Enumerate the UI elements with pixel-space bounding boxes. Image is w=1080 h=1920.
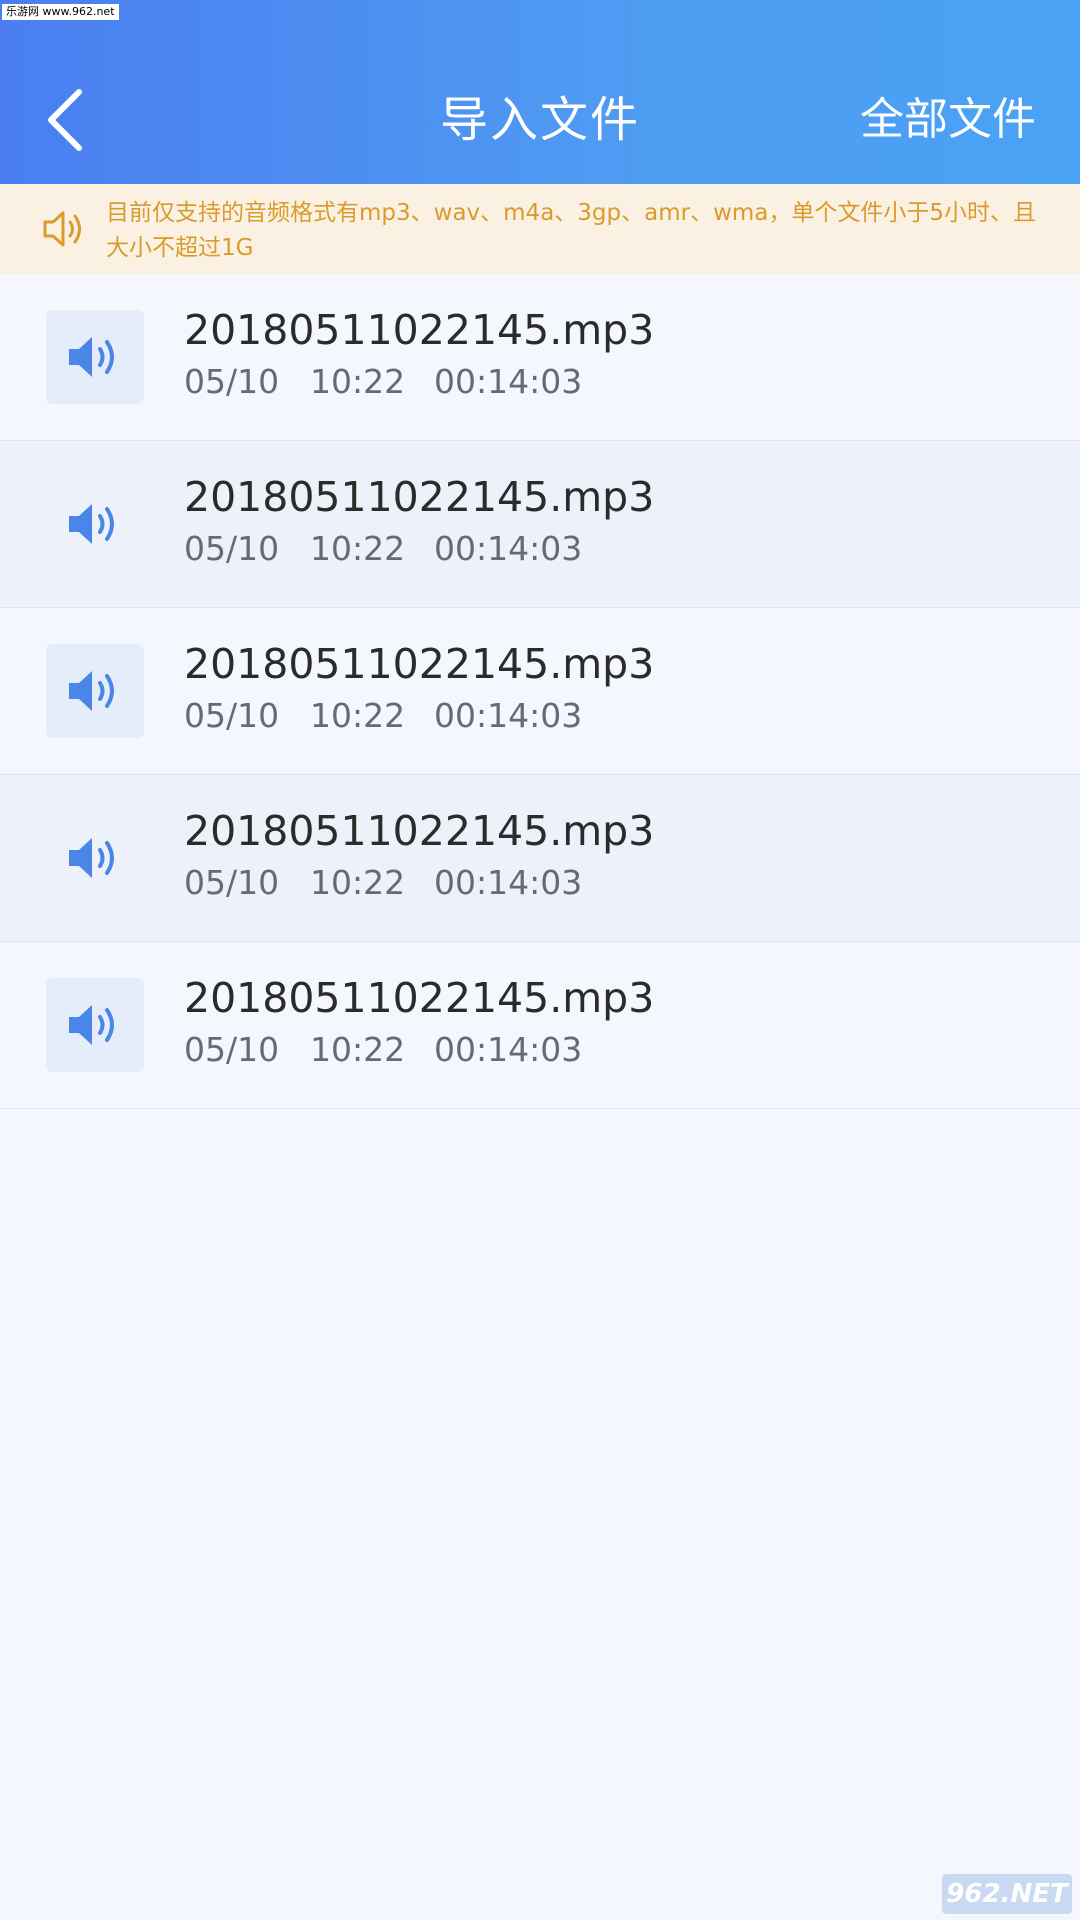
all-files-button[interactable]: 全部文件 [860, 88, 1036, 152]
watermark-logo-bottom: 962.NET [942, 1874, 1072, 1914]
file-duration: 00:14:03 [434, 362, 583, 401]
file-item[interactable]: 20180511022145.mp3 05/10 10:22 00:14:03 [0, 608, 1080, 775]
file-date: 05/10 [184, 863, 280, 902]
audio-file-icon-box [46, 811, 144, 905]
speaker-filled-icon [69, 1005, 114, 1045]
file-meta: 05/10 10:22 00:14:03 [184, 527, 582, 571]
file-duration: 00:14:03 [434, 863, 583, 902]
file-duration: 00:14:03 [434, 1030, 583, 1069]
file-name: 20180511022145.mp3 [184, 306, 655, 354]
file-item[interactable]: 20180511022145.mp3 05/10 10:22 00:14:03 [0, 441, 1080, 608]
file-name: 20180511022145.mp3 [184, 473, 655, 521]
speaker-filled-icon [69, 337, 114, 377]
app-header: 导入文件 全部文件 [0, 0, 1080, 184]
speaker-filled-icon [69, 504, 114, 544]
file-list: 20180511022145.mp3 05/10 10:22 00:14:03 20… [0, 274, 1080, 1109]
notice-text: 目前仅支持的音频格式有mp3、wav、m4a、3gp、amr、wma，单个文件小… [106, 200, 1037, 261]
page-title: 导入文件 [439, 92, 640, 148]
file-time: 10:22 [310, 863, 406, 902]
chevron-left-icon [48, 89, 82, 151]
file-meta: 05/10 10:22 00:14:03 [184, 861, 582, 905]
format-notice-banner: 目前仅支持的音频格式有mp3、wav、m4a、3gp、amr、wma，单个文件小… [0, 184, 1080, 274]
audio-file-icon-box [46, 310, 144, 404]
file-time: 10:22 [310, 529, 406, 568]
file-name: 20180511022145.mp3 [184, 807, 655, 855]
file-date: 05/10 [184, 529, 280, 568]
speaker-filled-icon [69, 671, 114, 711]
speaker-outline-icon [43, 211, 81, 247]
file-item[interactable]: 20180511022145.mp3 05/10 10:22 00:14:03 [0, 942, 1080, 1109]
file-time: 10:22 [310, 1030, 406, 1069]
audio-file-icon-box [46, 978, 144, 1072]
file-item[interactable]: 20180511022145.mp3 05/10 10:22 00:14:03 [0, 274, 1080, 441]
file-time: 10:22 [310, 362, 406, 401]
file-duration: 00:14:03 [434, 696, 583, 735]
file-item[interactable]: 20180511022145.mp3 05/10 10:22 00:14:03 [0, 775, 1080, 942]
file-date: 05/10 [184, 1030, 280, 1069]
file-date: 05/10 [184, 696, 280, 735]
file-duration: 00:14:03 [434, 529, 583, 568]
speaker-filled-icon [69, 838, 114, 878]
file-time: 10:22 [310, 696, 406, 735]
file-meta: 05/10 10:22 00:14:03 [184, 1028, 582, 1072]
watermark-logo-top: 乐游网 www.962.net [2, 4, 119, 20]
file-name: 20180511022145.mp3 [184, 974, 655, 1022]
back-button[interactable] [30, 80, 100, 160]
file-meta: 05/10 10:22 00:14:03 [184, 360, 582, 404]
file-date: 05/10 [184, 362, 280, 401]
file-meta: 05/10 10:22 00:14:03 [184, 694, 582, 738]
file-name: 20180511022145.mp3 [184, 640, 655, 688]
audio-file-icon-box [46, 644, 144, 738]
audio-file-icon-box [46, 477, 144, 571]
